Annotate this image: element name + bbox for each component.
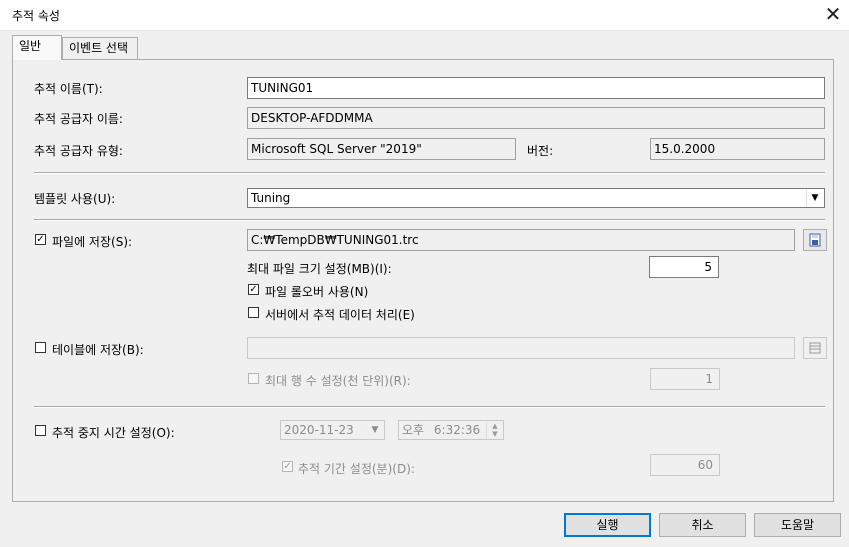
save-to-table-checkbox[interactable] (35, 342, 46, 353)
stop-date-value: 2020-11-23 (284, 423, 354, 437)
template-value: Tuning (251, 191, 291, 205)
duration-checkbox: ✓ (282, 461, 293, 472)
max-rows-checkbox (248, 373, 259, 384)
template-select[interactable]: Tuning ▼ (247, 188, 825, 208)
trace-name-input[interactable]: TUNING01 (247, 77, 825, 99)
stop-time-label: 추적 중지 시간 설정(O): (52, 426, 175, 440)
max-file-size-input[interactable]: 5 (649, 256, 719, 278)
run-button[interactable]: 실행 (564, 513, 651, 537)
max-rows-label: 최대 행 수 설정(천 단위)(R): (265, 374, 411, 388)
stop-time-picker: 오후 6:32:36 ▲ ▼ (398, 420, 504, 440)
duration-input: 60 (650, 454, 720, 476)
save-to-table-label: 테이블에 저장(B): (52, 343, 144, 357)
close-icon[interactable]: ✕ (820, 2, 846, 26)
cancel-button[interactable]: 취소 (659, 513, 746, 537)
chevron-down-icon: ▼ (371, 425, 379, 435)
rollover-label: 파일 롤오버 사용(N) (265, 285, 369, 299)
save-to-file-checkbox[interactable]: ✓ (35, 234, 46, 245)
server-process-checkbox[interactable] (248, 307, 259, 318)
max-rows-input: 1 (650, 368, 720, 390)
provider-type-label: 추적 공급자 유형: (34, 144, 123, 158)
max-file-size-label: 최대 파일 크기 설정(MB)(I): (247, 262, 392, 276)
template-label: 템플릿 사용(U): (34, 192, 116, 206)
stop-time-value: 6:32:36 (433, 423, 481, 437)
table-path-field (247, 337, 795, 359)
help-button[interactable]: 도움말 (754, 513, 841, 537)
chevron-down-icon[interactable]: ▼ (806, 190, 823, 206)
trace-name-label: 추적 이름(T): (34, 82, 103, 96)
divider (34, 172, 825, 174)
stop-time-checkbox[interactable] (35, 425, 46, 436)
save-file-icon[interactable] (803, 229, 827, 251)
tab-general[interactable]: 일반 (12, 35, 62, 60)
spinner-up-icon: ▲ (492, 422, 498, 430)
stop-date-picker: 2020-11-23 ▼ (280, 420, 385, 440)
time-spinner: ▲ ▼ (486, 422, 503, 439)
duration-label: 추적 기간 설정(분)(D): (298, 462, 415, 476)
divider (34, 219, 825, 221)
version-label: 버전: (527, 144, 554, 158)
server-process-label: 서버에서 추적 데이터 처리(E) (265, 308, 415, 322)
window-title: 추적 속성 (12, 9, 60, 23)
provider-type-field: Microsoft SQL Server "2019" (247, 138, 516, 160)
table-icon (803, 337, 827, 359)
tab-event-selection[interactable]: 이벤트 선택 (62, 37, 138, 59)
save-to-file-label: 파일에 저장(S): (52, 235, 133, 249)
rollover-checkbox[interactable]: ✓ (248, 284, 259, 295)
stop-time-ampm: 오후 (402, 423, 425, 437)
title-bar: 추적 속성 ✕ (0, 0, 849, 31)
provider-name-field: DESKTOP-AFDDMMA (247, 107, 825, 129)
file-path-field[interactable]: C:₩TempDB₩TUNING01.trc (247, 229, 795, 251)
divider (34, 406, 825, 408)
version-field: 15.0.2000 (650, 138, 825, 160)
spinner-down-icon: ▼ (492, 430, 498, 438)
provider-name-label: 추적 공급자 이름: (34, 112, 123, 126)
